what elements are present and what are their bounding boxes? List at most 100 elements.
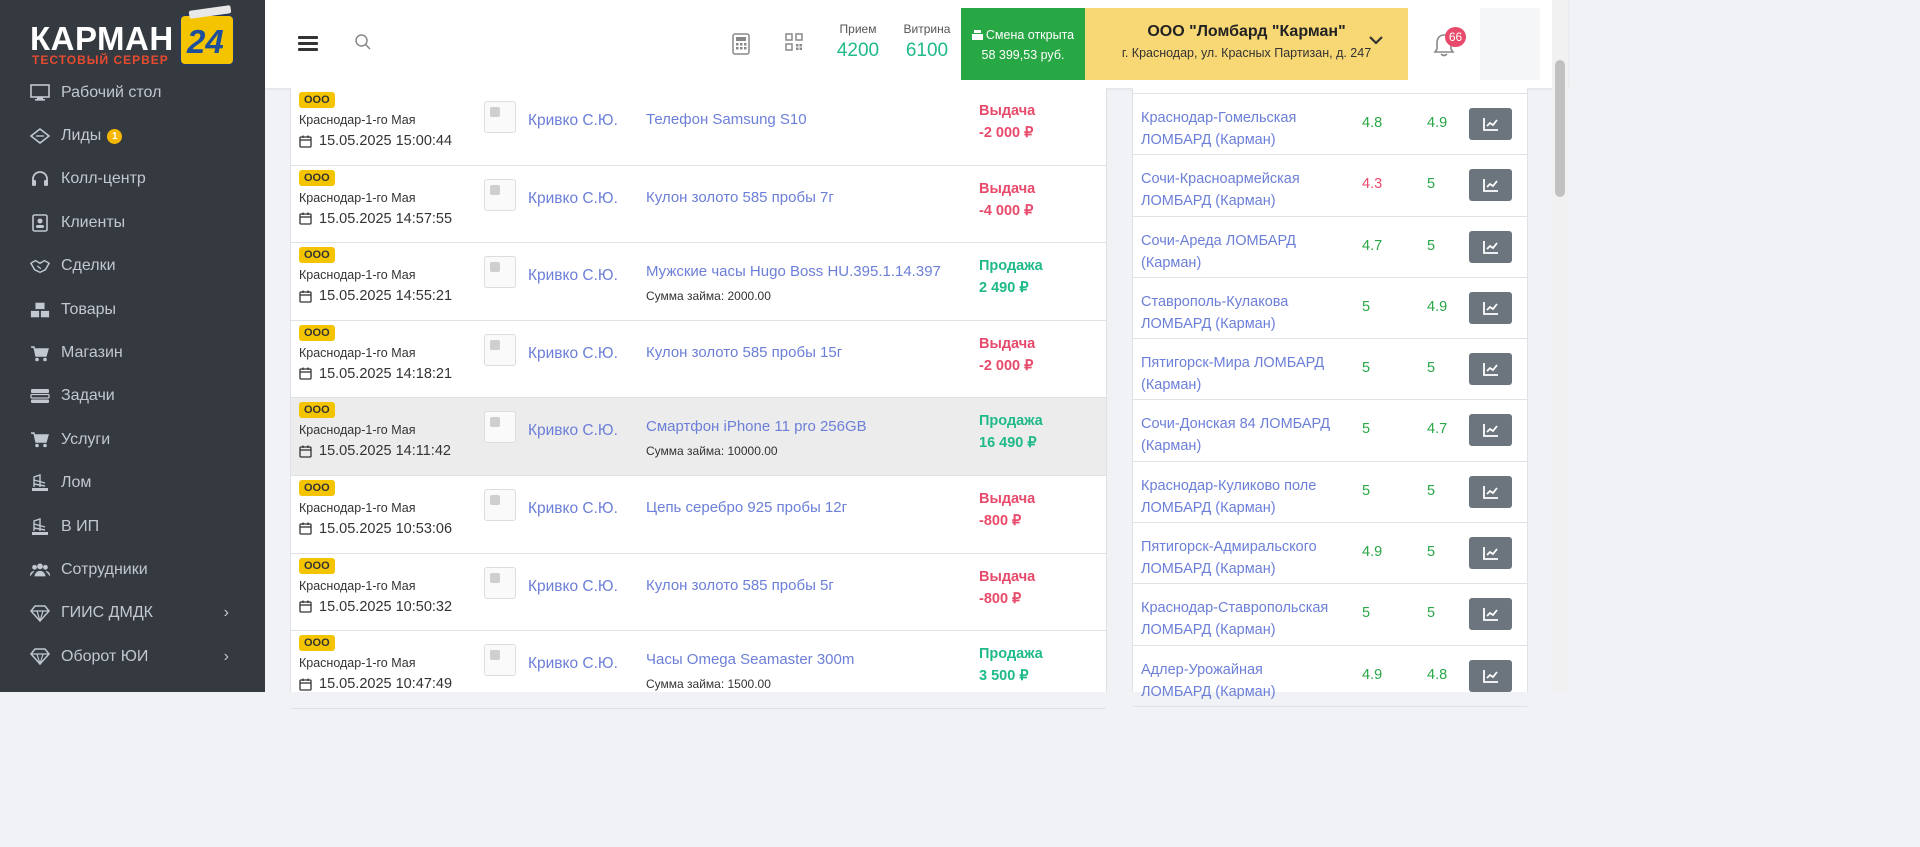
branch-link[interactable]: Пятигорск-Мира ЛОМБАРД (Карман) [1141,352,1331,396]
calculator-icon[interactable] [732,33,750,60]
item-link[interactable]: Цепь серебро 925 пробы 12г [646,499,847,516]
table-row[interactable]: ООО Краснодар-1-го Мая 15.05.2025 10:53:06… [291,476,1106,554]
sidebar-item[interactable]: ГИИС ДМДК › [0,592,265,635]
employee-link[interactable]: Кривко С.Ю. [528,345,618,363]
org-tag: ООО [299,402,335,419]
item-photo[interactable] [484,256,516,289]
chart-button[interactable] [1469,537,1512,570]
sidebar-item[interactable]: Магазин [0,331,265,374]
calendar-icon [299,135,312,148]
employee-link[interactable]: Кривко С.Ю. [528,578,618,596]
transaction-type: Выдача [979,103,1036,119]
stat-value: 6100 [905,40,949,61]
table-row[interactable]: ООО Краснодар-1-го Мая 15.05.2025 15:00:44… [291,88,1106,166]
page-scrollbar[interactable] [1552,0,1568,692]
org-tag: ООО [299,557,335,574]
line-chart-icon [1482,669,1498,683]
sidebar-item[interactable]: Клиенты [0,201,265,244]
branch-link[interactable]: Адлер-Урожайная ЛОМБАРД (Карман) [1141,659,1331,703]
branch-link[interactable]: Сочи-Красноармейская ЛОМБАРД (Карман) [1141,168,1331,212]
sidebar-item[interactable]: Товары [0,288,265,331]
menu-toggle-icon[interactable] [298,36,318,52]
chart-button[interactable] [1469,353,1512,386]
calendar-icon [299,678,312,691]
item-link[interactable]: Кулон золото 585 пробы 7г [646,189,834,206]
qr-code-icon[interactable] [785,33,803,56]
item-photo[interactable] [484,333,516,366]
logo[interactable]: КАРМАН ТЕСТОВЫЙ СЕРВЕР 24 [28,8,238,70]
chart-button[interactable] [1469,475,1512,508]
item-photo[interactable] [484,488,516,521]
item-photo[interactable] [484,101,516,133]
item-link[interactable]: Телефон Samsung S10 [646,111,807,128]
sidebar-item[interactable]: В ИП [0,505,265,548]
table-row[interactable]: ООО Краснодар-1-го Мая 15.05.2025 14:57:55… [291,166,1106,244]
org-tag: ООО [299,92,335,108]
transaction-date: 15.05.2025 10:53:06 [299,521,452,537]
search-icon[interactable] [354,33,372,56]
avatar[interactable] [1480,8,1540,80]
item-photo[interactable] [484,566,516,599]
scrap-icon [30,474,50,492]
table-row[interactable]: ООО Краснодар-1-го Мая 15.05.2025 14:11:42… [291,398,1106,476]
diamond-outline-icon [30,127,50,145]
sidebar-item[interactable]: Лиды 1 [0,114,265,157]
sidebar-item[interactable]: Сделки [0,245,265,288]
shift-status-button[interactable]: Смена открыта 58 399,53 руб. [961,8,1085,80]
sidebar-nav: Рабочий стол Лиды 1 Колл-центр Клиенты Сделки… [0,71,265,678]
item-link[interactable]: Часы Omega Seamaster 300m [646,651,854,668]
item-photo[interactable] [484,411,516,444]
sidebar-item[interactable]: Оборот ЮИ › [0,635,265,678]
employee-link[interactable]: Кривко С.Ю. [528,112,618,130]
chart-button[interactable] [1469,291,1512,324]
item-photo[interactable] [484,644,516,677]
chart-button[interactable] [1469,108,1512,140]
item-link[interactable]: Смартфон iPhone 11 pro 256GB [646,418,867,435]
chevron-right-icon[interactable]: › [224,648,229,666]
employee-link[interactable]: Кривко С.Ю. [528,190,618,208]
sidebar-item[interactable]: Рабочий стол [0,71,265,114]
rating-score: 4.7 [1362,237,1383,254]
employee-link[interactable]: Кривко С.Ю. [528,655,618,673]
branch-link[interactable]: Пятигорск-Адмиральского ЛОМБАРД (Карман) [1141,536,1331,580]
chart-button[interactable] [1469,414,1512,447]
branch-link[interactable]: Краснодар-Куликово поле ЛОМБАРД (Карман) [1141,475,1331,519]
branch-link[interactable]: Краснодар-Гомельская ЛОМБАРД (Карман) [1141,107,1331,151]
chevron-right-icon[interactable]: › [224,604,229,622]
employee-link[interactable]: Кривко С.Ю. [528,267,618,285]
transaction-type: Выдача [979,180,1036,197]
table-row[interactable]: ООО Краснодар-1-го Мая 15.05.2025 14:55:21… [291,243,1106,321]
sidebar-item[interactable]: Лом [0,462,265,505]
cart-icon [30,431,50,449]
chart-button[interactable] [1469,659,1512,692]
chart-button[interactable] [1469,230,1512,263]
rating-score: 4.9 [1362,544,1383,561]
sidebar-item[interactable]: Задачи [0,375,265,418]
scrollbar-thumb[interactable] [1555,60,1565,197]
chart-button[interactable] [1469,598,1512,631]
table-row[interactable]: ООО Краснодар-1-го Мая 15.05.2025 14:18:21… [291,321,1106,399]
table-row[interactable]: ООО Краснодар-1-го Мая 15.05.2025 10:50:32… [291,554,1106,632]
item-photo[interactable] [484,178,516,211]
branch-link[interactable]: Краснодар-Ставропольская ЛОМБАРД (Карман… [1141,597,1331,641]
item-link[interactable]: Кулон золото 585 пробы 15г [646,344,842,361]
sidebar-item[interactable]: Сотрудники [0,548,265,591]
notification-badge: 66 [1445,27,1466,47]
employee-link[interactable]: Кривко С.Ю. [528,422,618,440]
branch-link[interactable]: Ставрополь-Кулакова ЛОМБАРД (Карман) [1141,291,1331,335]
company-selector[interactable]: ООО "Ломбард "Карман" г. Краснодар, ул. … [1085,8,1408,80]
branch-link[interactable]: Сочи-Ареда ЛОМБАРД (Карман) [1141,230,1331,274]
item-link[interactable]: Мужские часы Hugo Boss HU.395.1.14.397 [646,263,941,280]
table-row[interactable]: ООО Краснодар-1-го Мая 15.05.2025 10:47:49… [291,631,1106,709]
chart-button[interactable] [1469,169,1512,202]
item-link[interactable]: Кулон золото 585 пробы 5г [646,577,834,594]
rating-score: 4.9 [1427,115,1448,131]
branch-link[interactable]: Сочи-Донская 84 ЛОМБАРД (Карман) [1141,413,1331,457]
employee-link[interactable]: Кривко С.Ю. [528,500,618,518]
chevron-down-icon[interactable] [1368,32,1384,50]
tasks-icon [30,387,50,405]
sidebar-item[interactable]: Услуги [0,418,265,461]
sidebar-item-label: Услуги [61,430,111,448]
sidebar-item[interactable]: Колл-центр [0,158,265,201]
stat-label: Прием [839,22,877,36]
